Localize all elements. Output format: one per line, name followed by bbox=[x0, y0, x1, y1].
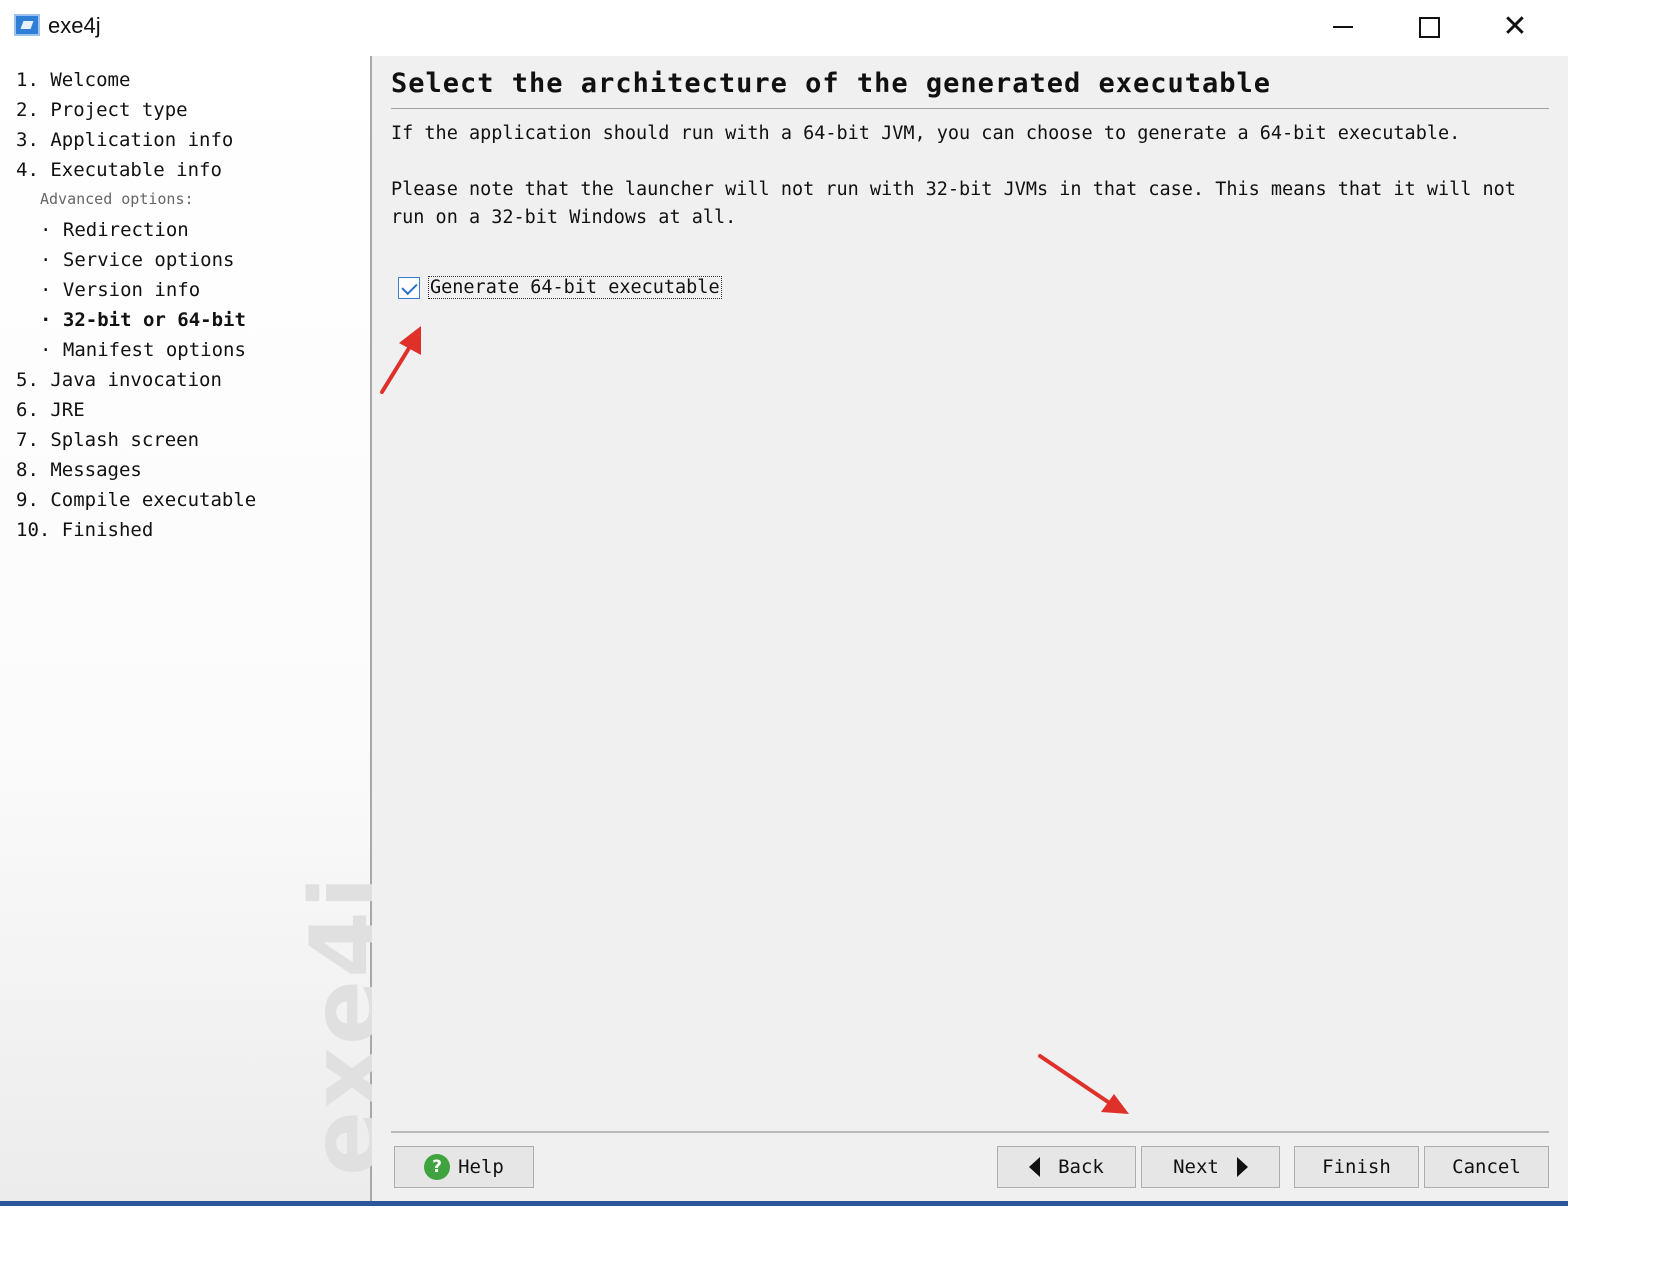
window-bottom-border bbox=[0, 1201, 1568, 1206]
sidebar-item-project-type[interactable]: 2. Project type bbox=[16, 99, 188, 121]
sidebar-item-compile-executable[interactable]: 9. Compile executable bbox=[16, 489, 256, 511]
back-arrow-icon bbox=[1029, 1157, 1041, 1177]
exe4j-app-icon bbox=[14, 14, 40, 36]
sidebar-item-manifest-options[interactable]: · Manifest options bbox=[40, 339, 246, 361]
sidebar-item-service-options[interactable]: · Service options bbox=[40, 249, 234, 271]
generate-64bit-checkbox[interactable] bbox=[398, 276, 420, 299]
back-button[interactable]: Back bbox=[997, 1146, 1136, 1188]
minimize-icon bbox=[1333, 26, 1353, 28]
sidebar-item-32-or-64-bit[interactable]: · 32-bit or 64-bit bbox=[40, 309, 246, 331]
sidebar-item-welcome[interactable]: 1. Welcome bbox=[16, 69, 130, 91]
next-button-label: Next bbox=[1173, 1156, 1219, 1178]
generate-64bit-checkbox-label[interactable]: Generate 64-bit executable bbox=[428, 276, 722, 299]
sidebar-item-executable-info[interactable]: 4. Executable info bbox=[16, 159, 222, 181]
wizard-content-panel: Select the architecture of the generated… bbox=[372, 56, 1568, 1201]
minimize-button[interactable] bbox=[1300, 0, 1386, 54]
maximize-button[interactable] bbox=[1386, 0, 1472, 54]
window-title: exe4j bbox=[48, 13, 101, 38]
close-icon: ✕ bbox=[1502, 9, 1528, 44]
button-bar-divider bbox=[391, 1131, 1549, 1133]
title-divider bbox=[391, 108, 1549, 109]
help-button[interactable]: ? Help bbox=[394, 1146, 534, 1188]
finish-button[interactable]: Finish bbox=[1294, 1146, 1419, 1188]
help-button-label: Help bbox=[458, 1156, 504, 1178]
next-arrow-icon bbox=[1236, 1157, 1248, 1177]
sidebar-advanced-options-heading: Advanced options: bbox=[40, 190, 194, 208]
back-button-label: Back bbox=[1058, 1156, 1104, 1178]
page-title: Select the architecture of the generated… bbox=[391, 68, 1272, 99]
sidebar-item-java-invocation[interactable]: 5. Java invocation bbox=[16, 369, 222, 391]
sidebar-item-jre[interactable]: 6. JRE bbox=[16, 399, 85, 421]
sidebar-item-splash-screen[interactable]: 7. Splash screen bbox=[16, 429, 199, 451]
close-button[interactable]: ✕ bbox=[1472, 0, 1558, 54]
window-right-edge bbox=[1562, 56, 1568, 1201]
sidebar-item-application-info[interactable]: 3. Application info bbox=[16, 129, 233, 151]
next-button[interactable]: Next bbox=[1141, 1146, 1280, 1188]
sidebar-item-finished[interactable]: 10. Finished bbox=[16, 519, 153, 541]
sidebar-item-version-info[interactable]: · Version info bbox=[40, 279, 200, 301]
sidebar-item-messages[interactable]: 8. Messages bbox=[16, 459, 142, 481]
title-bar: exe4j ✕ bbox=[0, 0, 1568, 56]
cancel-button-label: Cancel bbox=[1452, 1156, 1521, 1178]
sidebar-item-redirection[interactable]: · Redirection bbox=[40, 219, 189, 241]
finish-button-label: Finish bbox=[1322, 1156, 1391, 1178]
generate-64bit-checkbox-row[interactable]: Generate 64-bit executable bbox=[398, 276, 722, 299]
wizard-steps-sidebar: 1. Welcome 2. Project type 3. Applicatio… bbox=[0, 56, 402, 1201]
description-paragraph-1: If the application should run with a 64-… bbox=[391, 123, 1461, 144]
cancel-button[interactable]: Cancel bbox=[1424, 1146, 1549, 1188]
help-icon: ? bbox=[424, 1154, 451, 1180]
description-paragraph-2: Please note that the launcher will not r… bbox=[391, 179, 1516, 228]
maximize-icon bbox=[1418, 16, 1440, 38]
